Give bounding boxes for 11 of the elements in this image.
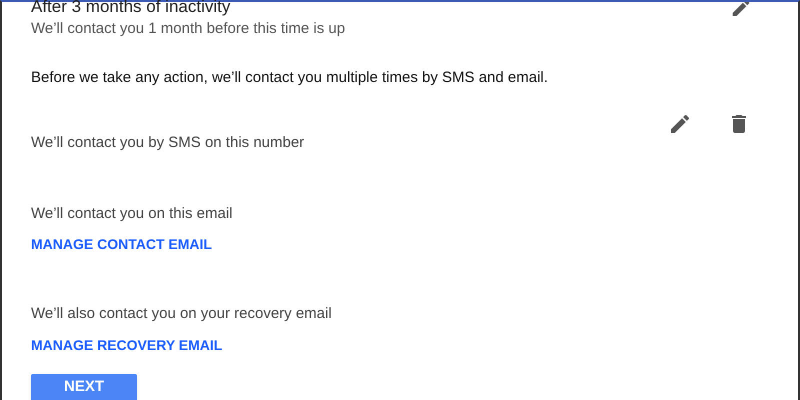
inactivity-title: After 3 months of inactivity <box>31 0 232 16</box>
next-button[interactable]: NEXT <box>31 374 137 400</box>
notice-text: Before we take any action, we’ll contact you multiple times by SMS and email. <box>30 68 549 88</box>
recovery-email-label: We’ll also contact you on your recovery email <box>30 304 333 324</box>
manage-recovery-email-link[interactable]: MANAGE RECOVERY EMAIL <box>31 336 222 352</box>
manage-contact-email-link[interactable]: MANAGE CONTACT EMAIL <box>31 236 212 252</box>
edit-icon[interactable] <box>730 2 752 16</box>
edit-icon[interactable] <box>668 112 692 136</box>
contact-email-label: We’ll contact you on this email <box>30 204 234 224</box>
sms-label: We’ll contact you by SMS on this number <box>30 133 306 153</box>
inactivity-subtitle: We’ll contact you 1 month before this time is up <box>31 19 346 39</box>
